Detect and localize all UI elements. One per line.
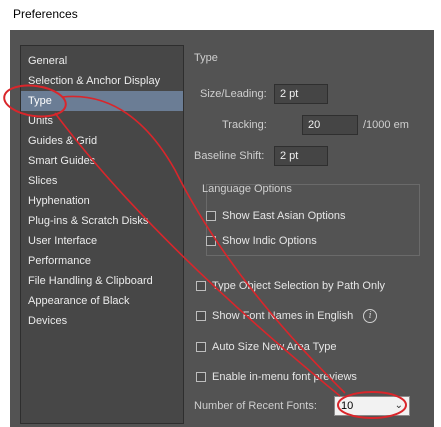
window-title: Preferences <box>0 0 441 28</box>
type-object-selection-label: Type Object Selection by Path Only <box>212 280 386 292</box>
chevron-down-icon: ⌄ <box>394 400 403 411</box>
sidebar-item-file-handling-clipboard[interactable]: File Handling & Clipboard <box>21 271 183 291</box>
enable-inmenu-previews-checkbox[interactable] <box>196 372 206 382</box>
sidebar-item-devices[interactable]: Devices <box>21 311 183 331</box>
show-indic-options-checkbox[interactable] <box>206 236 216 246</box>
show-indic-options-row[interactable]: Show Indic Options <box>206 235 317 247</box>
tracking-unit: /1000 em <box>363 119 409 131</box>
show-east-asian-options-checkbox[interactable] <box>206 211 216 221</box>
recent-fonts-label: Number of Recent Fonts: <box>194 400 317 412</box>
tracking-input[interactable]: 20 <box>302 115 358 135</box>
show-east-asian-options-row[interactable]: Show East Asian Options <box>206 210 346 222</box>
auto-size-new-area-row[interactable]: Auto Size New Area Type <box>196 341 337 353</box>
auto-size-new-area-label: Auto Size New Area Type <box>212 341 337 353</box>
sidebar-item-selection-anchor-display[interactable]: Selection & Anchor Display <box>21 71 183 91</box>
sidebar-item-smart-guides[interactable]: Smart Guides <box>21 151 183 171</box>
baseline-shift-input[interactable]: 2 pt <box>274 146 328 166</box>
sidebar-item-performance[interactable]: Performance <box>21 251 183 271</box>
show-font-names-english-checkbox[interactable] <box>196 311 206 321</box>
show-font-names-english-label: Show Font Names in English <box>212 310 354 322</box>
sidebar-item-units[interactable]: Units <box>21 111 183 131</box>
auto-size-new-area-checkbox[interactable] <box>196 342 206 352</box>
recent-fonts-select[interactable]: 10 ⌄ <box>334 396 410 416</box>
enable-inmenu-previews-row[interactable]: Enable in-menu font previews <box>196 371 357 383</box>
info-icon[interactable]: i <box>363 309 378 323</box>
preferences-sidebar: General Selection & Anchor Display Type … <box>20 45 184 424</box>
sidebar-item-appearance-of-black[interactable]: Appearance of Black <box>21 291 183 311</box>
size-leading-label: Size/Leading: <box>200 88 267 100</box>
sidebar-item-slices[interactable]: Slices <box>21 171 183 191</box>
show-font-names-english-row[interactable]: Show Font Names in English i <box>196 309 378 323</box>
baseline-shift-label: Baseline Shift: <box>194 150 265 162</box>
section-title-type: Type <box>194 52 218 64</box>
sidebar-item-general[interactable]: General <box>21 51 183 71</box>
sidebar-item-plugins-scratch-disks[interactable]: Plug-ins & Scratch Disks <box>21 211 183 231</box>
type-object-selection-checkbox[interactable] <box>196 281 206 291</box>
sidebar-item-guides-grid[interactable]: Guides & Grid <box>21 131 183 151</box>
sidebar-item-user-interface[interactable]: User Interface <box>21 231 183 251</box>
enable-inmenu-previews-label: Enable in-menu font previews <box>212 371 357 383</box>
sidebar-item-type[interactable]: Type <box>21 91 183 111</box>
type-object-selection-row[interactable]: Type Object Selection by Path Only <box>196 280 385 292</box>
sidebar-item-hyphenation[interactable]: Hyphenation <box>21 191 183 211</box>
preferences-dialog: General Selection & Anchor Display Type … <box>10 30 434 427</box>
recent-fonts-value: 10 <box>341 400 354 412</box>
language-options-title: Language Options <box>202 183 292 195</box>
show-east-asian-options-label: Show East Asian Options <box>222 210 346 222</box>
show-indic-options-label: Show Indic Options <box>222 235 317 247</box>
tracking-label: Tracking: <box>222 119 267 131</box>
size-leading-input[interactable]: 2 pt <box>274 84 328 104</box>
